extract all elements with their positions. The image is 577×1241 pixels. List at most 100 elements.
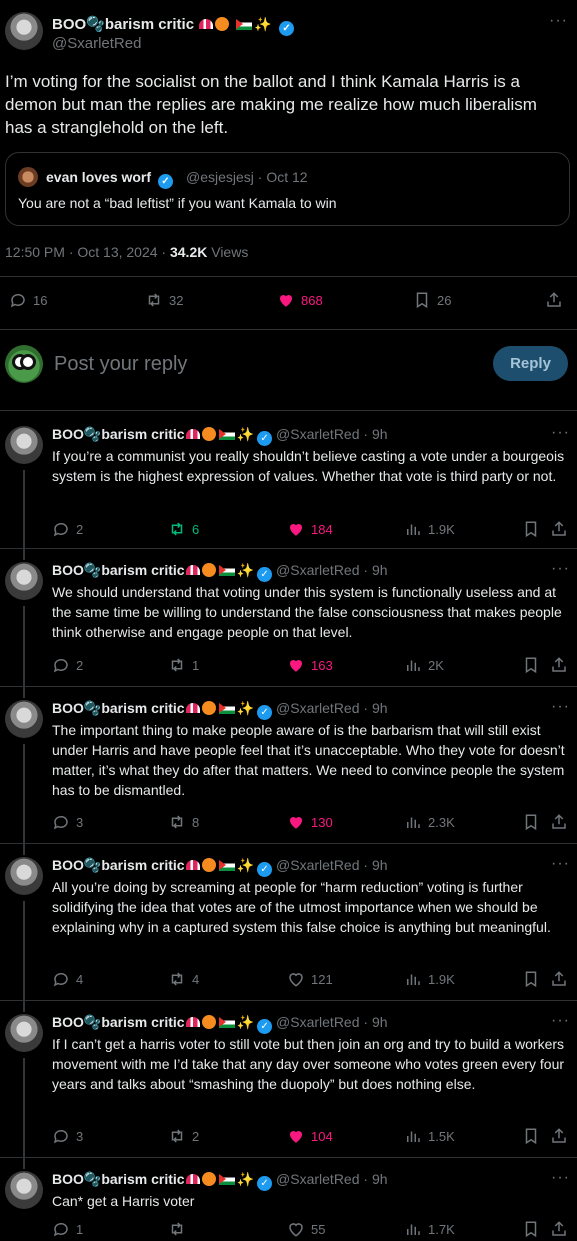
more-options-icon[interactable]: ···: [551, 1012, 570, 1030]
repost-action[interactable]: 4: [168, 970, 199, 988]
repost-action[interactable]: [168, 1220, 192, 1238]
more-options-icon[interactable]: ···: [551, 1169, 570, 1187]
share-action[interactable]: [550, 656, 568, 674]
like-action[interactable]: 868: [277, 291, 323, 309]
quoted-tweet[interactable]: evan loves worf ✓ @esjesjesj · Oct 12 Yo…: [5, 152, 570, 226]
views-label: Views: [207, 244, 249, 260]
reply-age[interactable]: · 9h: [363, 562, 387, 578]
author-avatar[interactable]: [5, 700, 43, 738]
like-action[interactable]: 55: [287, 1220, 325, 1238]
author-avatar[interactable]: [5, 562, 43, 600]
reply-action[interactable]: 3: [52, 813, 83, 831]
author-handle[interactable]: @SxarletRed: [276, 562, 359, 578]
author-avatar[interactable]: [5, 1014, 43, 1052]
views-chart-icon: [407, 524, 420, 535]
pumpkin-emoji-icon: [201, 858, 216, 872]
author-handle[interactable]: @SxarletRed: [52, 35, 141, 52]
views-action[interactable]: 2K: [404, 656, 444, 674]
bookmark-action[interactable]: [522, 656, 540, 674]
share-action[interactable]: [545, 291, 563, 309]
reply-tweet[interactable]: BOO🫧barism critic ✨ ✓ @SxarletRed · 9h ··· …: [0, 412, 577, 560]
author-handle[interactable]: @SxarletRed: [276, 700, 359, 716]
share-action[interactable]: [550, 1220, 568, 1238]
author-name[interactable]: BOO🫧barism critic: [52, 562, 185, 578]
reply-age[interactable]: · 9h: [363, 1014, 387, 1030]
reply-tweet[interactable]: BOO🫧barism critic ✨ ✓ @SxarletRed · 9h ··· …: [0, 548, 577, 698]
reply-tweet[interactable]: BOO🫧barism critic ✨ ✓ @SxarletRed · 9h ··· …: [0, 1000, 577, 1169]
author-handle[interactable]: @SxarletRed: [276, 426, 359, 442]
like-action[interactable]: 104: [287, 1127, 333, 1145]
bookmark-action[interactable]: [522, 813, 540, 831]
views-action[interactable]: 1.9K: [404, 970, 455, 988]
pumpkin-emoji-icon: [201, 563, 216, 577]
bookmark-action[interactable]: 26: [413, 291, 451, 309]
timestamp[interactable]: 12:50 PM · Oct 13, 2024 ·: [5, 244, 170, 260]
more-options-icon[interactable]: ···: [549, 12, 568, 30]
author-handle[interactable]: @SxarletRed: [276, 1171, 359, 1187]
reply-action[interactable]: 1: [52, 1220, 83, 1238]
reply-action[interactable]: 16: [9, 291, 47, 309]
repost-action[interactable]: 6: [168, 520, 199, 538]
more-options-icon[interactable]: ···: [551, 698, 570, 716]
bookmark-action[interactable]: [522, 1127, 540, 1145]
reply-composer: Post your reply Reply: [0, 336, 577, 396]
reply-age[interactable]: · 9h: [363, 700, 387, 716]
quote-author-name: evan loves worf ✓: [46, 169, 173, 189]
user-avatar[interactable]: [5, 345, 43, 383]
reply-tweet[interactable]: BOO🫧barism critic ✨ ✓ @SxarletRed · 9h ··· …: [0, 1157, 577, 1241]
repost-action[interactable]: 2: [168, 1127, 199, 1145]
more-options-icon[interactable]: ···: [551, 560, 570, 578]
bookmark-action[interactable]: [522, 520, 540, 538]
reply-tweet[interactable]: BOO🫧barism critic ✨ ✓ @SxarletRed · 9h ··· …: [0, 843, 577, 1012]
reply-action[interactable]: 2: [52, 656, 83, 674]
repost-icon: [171, 972, 183, 986]
reply-age[interactable]: · 9h: [363, 426, 387, 442]
share-action[interactable]: [550, 813, 568, 831]
author-avatar[interactable]: [5, 426, 43, 464]
like-action[interactable]: 130: [287, 813, 333, 831]
reply-age[interactable]: · 9h: [363, 1171, 387, 1187]
author-name[interactable]: BOO🫧barism critic: [52, 426, 185, 442]
bookmark-icon: [525, 657, 537, 674]
reply-action[interactable]: 4: [52, 970, 83, 988]
views-action[interactable]: 1.9K: [404, 520, 455, 538]
like-action[interactable]: 163: [287, 656, 333, 674]
author-name[interactable]: BOO🫧barism critic: [52, 700, 185, 716]
parachute-emoji-icon: [185, 1017, 200, 1027]
reply-input[interactable]: Post your reply: [54, 353, 187, 376]
views-action[interactable]: 2.3K: [404, 813, 455, 831]
more-options-icon[interactable]: ···: [551, 855, 570, 873]
share-action[interactable]: [550, 970, 568, 988]
author-name[interactable]: BOO🫧barism critic: [52, 1171, 185, 1187]
author-handle[interactable]: @SxarletRed: [276, 857, 359, 873]
repost-action[interactable]: 32: [145, 291, 183, 309]
reply-button[interactable]: Reply: [493, 346, 568, 381]
reply-action[interactable]: 2: [52, 520, 83, 538]
like-action[interactable]: 121: [287, 970, 333, 988]
share-action[interactable]: [550, 1127, 568, 1145]
quote-avatar: [18, 167, 38, 187]
repost-action[interactable]: 1: [168, 656, 199, 674]
like-action[interactable]: 184: [287, 520, 333, 538]
author-avatar[interactable]: [5, 12, 43, 50]
views-action[interactable]: 1.5K: [404, 1127, 455, 1145]
reply-icon: [53, 522, 68, 537]
reply-tweet[interactable]: BOO🫧barism critic ✨ ✓ @SxarletRed · 9h ··· …: [0, 686, 577, 855]
reply-age[interactable]: · 9h: [363, 857, 387, 873]
author-avatar[interactable]: [5, 857, 43, 895]
bookmark-action[interactable]: [522, 970, 540, 988]
views-action[interactable]: 1.7K: [404, 1220, 455, 1238]
reply-icon: [10, 293, 25, 308]
bookmark-action[interactable]: [522, 1220, 540, 1238]
author-name[interactable]: BOO🫧barism critic ✨ ✓: [52, 15, 295, 36]
share-action[interactable]: [550, 520, 568, 538]
author-avatar[interactable]: [5, 1171, 43, 1209]
more-options-icon[interactable]: ···: [551, 424, 570, 442]
reply-action[interactable]: 3: [52, 1127, 83, 1145]
author-name[interactable]: BOO🫧barism critic: [52, 1014, 185, 1030]
reply-icon: [53, 658, 68, 673]
author-name[interactable]: BOO🫧barism critic: [52, 857, 185, 873]
repost-action[interactable]: 8: [168, 813, 199, 831]
reply-action-bar: 2 1 163 2K: [0, 656, 577, 680]
author-handle[interactable]: @SxarletRed: [276, 1014, 359, 1030]
